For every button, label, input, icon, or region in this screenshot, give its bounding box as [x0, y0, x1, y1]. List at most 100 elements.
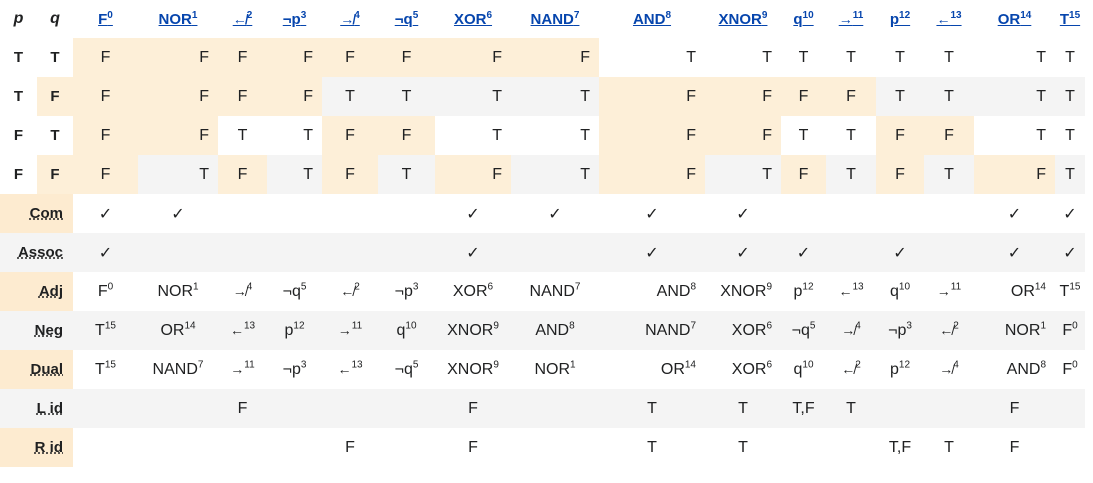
- property-cell: ✓: [466, 205, 480, 223]
- column-header-link[interactable]: NAND7: [511, 0, 599, 38]
- property-cell: [826, 194, 876, 233]
- operator-number: 15: [104, 359, 116, 371]
- property-cell: [1055, 428, 1085, 467]
- property-label[interactable]: Dual: [30, 361, 63, 378]
- operator-name: XOR: [731, 321, 767, 339]
- operator-number: 13: [950, 9, 962, 21]
- operator-cell: ↛4: [826, 311, 876, 350]
- property-cell: [781, 428, 826, 467]
- p-value: F: [0, 116, 37, 155]
- property-label[interactable]: Assoc: [18, 244, 63, 261]
- column-header-link[interactable]: XNOR9: [705, 0, 781, 38]
- operator-number: 0: [1072, 359, 1078, 371]
- property-cell: [511, 233, 599, 272]
- operator-number: 8: [665, 9, 672, 21]
- property-cell: F: [345, 438, 355, 456]
- truth-cell: T: [378, 77, 435, 116]
- operator-cell: ¬q5: [378, 350, 435, 389]
- operator-name: F: [97, 282, 108, 300]
- property-label[interactable]: R id: [35, 439, 63, 456]
- property-label[interactable]: Com: [30, 205, 63, 222]
- column-header-link[interactable]: NOR1: [138, 0, 218, 38]
- column-header-link[interactable]: OR14: [974, 0, 1055, 38]
- column-header-link[interactable]: p12: [876, 0, 924, 38]
- operator-number: 0: [107, 281, 114, 293]
- operator-number: 1: [570, 359, 576, 371]
- truth-cell: T: [1036, 48, 1046, 66]
- operator-cell: p12: [781, 272, 826, 311]
- property-cell: ✓: [73, 233, 138, 272]
- operator-cell: F0: [1055, 311, 1085, 350]
- operator-cell: q10: [781, 350, 826, 389]
- operator-cell: ¬p3: [267, 350, 322, 389]
- operator-number: 9: [493, 359, 499, 371]
- operator-cell: OR14: [599, 350, 705, 389]
- column-header-link[interactable]: ¬p3: [267, 0, 322, 38]
- truth-cell: T: [705, 155, 781, 194]
- operator-name: NOR: [158, 10, 192, 28]
- operator-name: ↛: [232, 282, 247, 299]
- truth-cell: T: [798, 126, 809, 144]
- column-header-link[interactable]: T15: [1055, 0, 1085, 38]
- operator-cell: ←13: [218, 311, 267, 350]
- column-header-link[interactable]: ↛4: [322, 0, 378, 38]
- property-cell: T,F: [888, 438, 912, 456]
- property-label-cell[interactable]: Neg: [0, 311, 73, 350]
- property-cell: [781, 194, 826, 233]
- operator-cell: ¬p3: [378, 272, 435, 311]
- truth-cell: T: [974, 77, 1055, 116]
- property-cell: [876, 194, 924, 233]
- truth-cell: F: [218, 155, 267, 194]
- property-label-cell[interactable]: Dual: [0, 350, 73, 389]
- property-cell: F: [974, 389, 1055, 428]
- property-cell: [511, 389, 599, 428]
- property-label[interactable]: Adj: [39, 283, 63, 300]
- operator-number: 15: [1069, 9, 1081, 21]
- property-label-cell[interactable]: Assoc: [0, 233, 73, 272]
- property-label-cell[interactable]: Adj: [0, 272, 73, 311]
- header-q: q: [50, 10, 60, 27]
- operator-cell: →11: [322, 311, 378, 350]
- operator-number: 5: [412, 9, 419, 21]
- operator-name: OR: [997, 10, 1021, 28]
- operator-name: ←: [337, 360, 352, 377]
- operator-number: 10: [802, 359, 814, 371]
- truth-cell: F: [924, 116, 974, 155]
- property-cell: [924, 194, 974, 233]
- property-row: Assoc ✓ ✓ ✓ ✓ ✓ ✓ ✓ ✓: [0, 233, 1085, 272]
- property-label-cell[interactable]: Com: [0, 194, 73, 233]
- column-header-link[interactable]: ↚2: [218, 0, 267, 38]
- property-cell: [267, 389, 322, 428]
- operator-name: OR: [1010, 282, 1035, 300]
- operator-name: ¬p: [282, 360, 301, 378]
- column-header-link[interactable]: XOR6: [435, 0, 511, 38]
- truth-cell: T: [492, 126, 502, 144]
- truth-cell: F: [218, 77, 267, 116]
- property-cell: [826, 233, 876, 272]
- property-label-cell[interactable]: R id: [0, 428, 73, 467]
- operator-number: 9: [766, 281, 772, 293]
- property-cell: ✓: [974, 233, 1055, 272]
- property-label[interactable]: Neg: [35, 322, 63, 339]
- property-cell: [138, 389, 218, 428]
- truth-cell: F: [73, 77, 138, 116]
- column-header-link[interactable]: →11: [826, 0, 876, 38]
- column-header-link[interactable]: F0: [73, 0, 138, 38]
- operator-cell: F0: [73, 272, 138, 311]
- truth-cell: T: [1055, 77, 1085, 116]
- column-header-link[interactable]: q10: [781, 0, 826, 38]
- operator-name: ¬q: [394, 360, 413, 378]
- operator-number: 1: [193, 281, 199, 293]
- property-label-cell[interactable]: L id: [0, 389, 73, 428]
- operator-name: NAND: [530, 10, 574, 28]
- property-cell: [826, 428, 876, 467]
- property-cell: ✓: [736, 205, 750, 223]
- column-header-link[interactable]: ←13: [924, 0, 974, 38]
- operator-cell: OR14: [138, 311, 218, 350]
- p-value: T: [0, 77, 37, 116]
- truth-cell: T: [686, 48, 696, 66]
- column-header-link[interactable]: AND8: [599, 0, 705, 38]
- column-header-link[interactable]: ¬q5: [378, 0, 435, 38]
- property-label[interactable]: L id: [37, 400, 63, 417]
- property-cell: T: [705, 389, 781, 428]
